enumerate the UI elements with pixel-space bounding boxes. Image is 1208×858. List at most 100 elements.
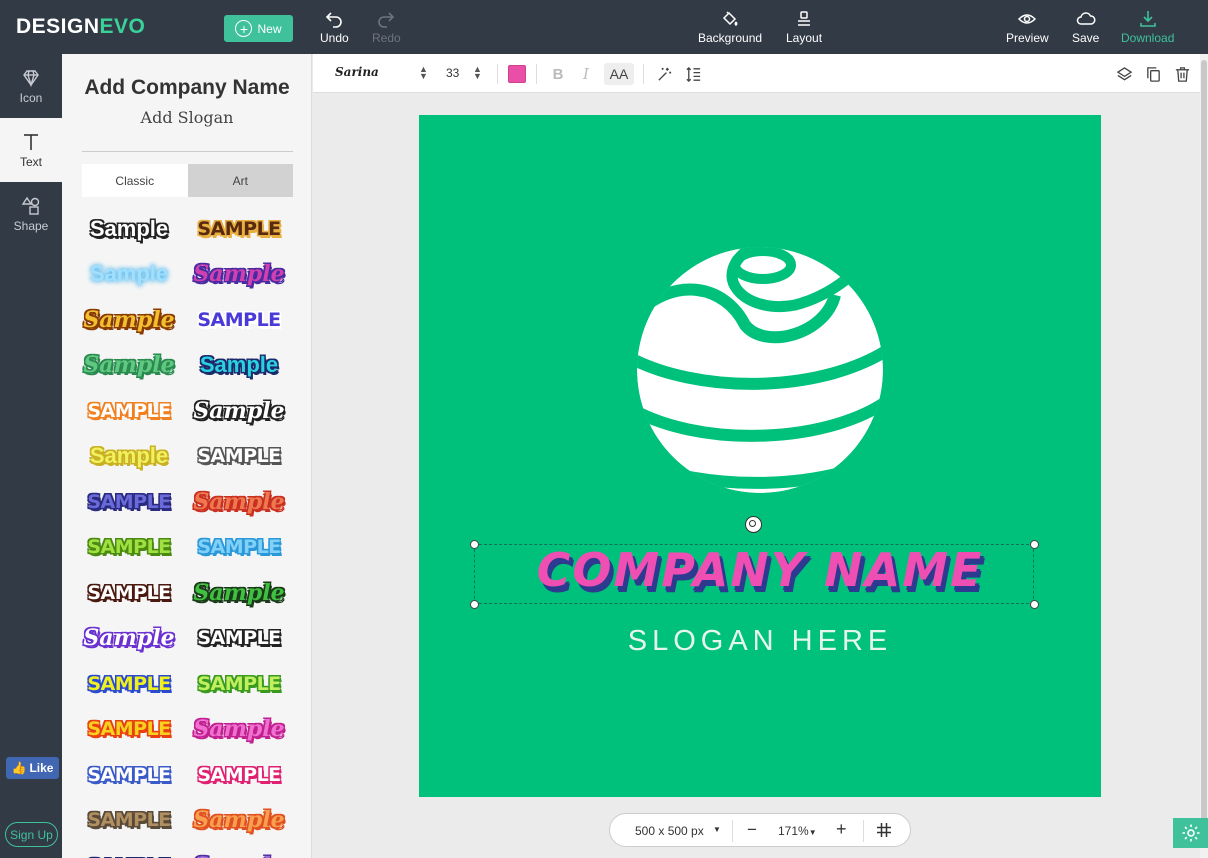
layout-button[interactable]: Layout <box>786 9 822 45</box>
shapes-icon <box>21 196 40 215</box>
delete-button[interactable] <box>1171 63 1193 85</box>
text-style-sample[interactable]: SAMPLE <box>186 752 292 798</box>
text-style-sample[interactable]: SAMPLE <box>76 843 182 858</box>
rotate-handle[interactable] <box>745 516 762 533</box>
zoom-in-button[interactable]: + <box>836 819 847 840</box>
style-tabs: Classic Art <box>82 164 293 197</box>
text-style-sample[interactable]: Sample <box>76 616 182 662</box>
caret-down-icon[interactable]: ▼ <box>713 825 721 834</box>
tab-art[interactable]: Art <box>187 164 293 197</box>
text-style-sample[interactable]: SAMPLE <box>76 661 182 707</box>
text-style-sample[interactable]: Sample <box>76 434 182 480</box>
canvas-size-select[interactable]: 500 x 500 px <box>635 824 704 838</box>
vertical-scrollbar[interactable] <box>1201 60 1207 830</box>
text-style-grid: Sample SAMPLE Sample Sample Sample SAMPLE Samp… <box>76 206 298 858</box>
text-style-sample[interactable]: SAMPLE <box>186 297 292 343</box>
spacing-button[interactable] <box>682 63 704 85</box>
top-bar: DESIGNEVO + New Undo Redo Background Lay… <box>0 0 1208 54</box>
download-label: Download <box>1121 31 1175 45</box>
text-style-sample[interactable]: Sample <box>76 297 182 343</box>
zoom-divider <box>863 820 864 842</box>
logo-canvas[interactable]: COMPANY NAME SLOGAN HERE <box>419 115 1101 797</box>
text-style-sample[interactable]: SAMPLE <box>76 798 182 844</box>
line-spacing-icon <box>685 66 700 82</box>
rail-text-label: Text <box>19 154 42 169</box>
text-style-sample[interactable]: Sample <box>186 388 292 434</box>
font-family-select[interactable]: Sarina <box>335 65 425 79</box>
preview-button[interactable]: Preview <box>1006 9 1049 45</box>
grid-icon[interactable] <box>876 822 892 838</box>
text-style-sample[interactable]: SAMPLE <box>76 388 182 434</box>
bold-button[interactable]: B <box>547 63 569 85</box>
download-button[interactable]: Download <box>1121 9 1174 45</box>
layers-button[interactable] <box>1113 63 1135 85</box>
tab-classic[interactable]: Classic <box>82 164 188 197</box>
background-label: Background <box>698 31 763 45</box>
zoom-out-button[interactable]: − <box>747 820 757 840</box>
redo-button[interactable]: Redo <box>372 9 401 45</box>
toolbar-divider <box>643 64 644 84</box>
text-style-sample[interactable]: Sample <box>76 206 182 252</box>
text-style-sample[interactable]: Sample <box>76 343 182 389</box>
add-slogan[interactable]: Add Slogan <box>62 108 311 127</box>
text-style-sample[interactable]: SAMPLE <box>186 434 292 480</box>
plus-circle-icon: + <box>235 20 253 37</box>
diamond-icon <box>23 69 39 87</box>
text-style-sample[interactable]: SAMPLE <box>186 525 292 571</box>
text-style-sample[interactable]: Sample <box>186 843 292 858</box>
new-button[interactable]: + New <box>224 15 293 42</box>
logo-design: DESIGN <box>16 15 100 38</box>
settings-button[interactable] <box>1173 818 1208 848</box>
magic-wand-icon <box>657 67 671 81</box>
text-style-sample[interactable]: SAMPLE <box>186 616 292 662</box>
sign-up-button[interactable]: Sign Up <box>5 822 58 847</box>
rail-item-text[interactable]: Text <box>0 118 62 182</box>
slogan-text[interactable]: SLOGAN HERE <box>419 625 1101 658</box>
font-size-input[interactable]: 33 <box>446 66 459 80</box>
text-style-sample[interactable]: SAMPLE <box>76 752 182 798</box>
text-t-icon <box>24 133 38 150</box>
text-style-sample[interactable]: Sample <box>186 343 292 389</box>
text-style-sample[interactable]: Sample <box>186 570 292 616</box>
preview-label: Preview <box>1006 31 1049 45</box>
text-style-sample[interactable]: Sample <box>186 707 292 753</box>
striped-globe-icon[interactable] <box>635 245 885 495</box>
zoom-divider <box>732 820 733 842</box>
text-style-sample[interactable]: SAMPLE <box>186 206 292 252</box>
text-style-sample[interactable]: SAMPLE <box>186 661 292 707</box>
logo-evo: EVO <box>99 15 146 38</box>
layers-icon <box>1116 66 1132 80</box>
eye-icon <box>1018 14 1037 24</box>
toolbar-divider <box>536 64 537 84</box>
effects-wand-button[interactable] <box>653 63 675 85</box>
text-color-swatch[interactable] <box>508 65 526 83</box>
text-style-sample[interactable]: Sample <box>186 798 292 844</box>
app-logo[interactable]: DESIGNEVO <box>16 15 145 39</box>
uppercase-button[interactable]: AA <box>604 63 634 85</box>
layout-label: Layout <box>786 31 823 45</box>
font-size-stepper-icon[interactable]: ▲ ▼ <box>473 65 482 81</box>
text-style-sample[interactable]: SAMPLE <box>76 525 182 571</box>
resize-handle-bottom-left[interactable] <box>470 600 479 609</box>
facebook-like-button[interactable]: 👍 Like <box>6 757 59 779</box>
zoom-level-select[interactable]: 171%▼ <box>778 824 817 838</box>
rail-item-icon[interactable]: Icon <box>0 54 62 118</box>
add-company-name[interactable]: Add Company Name <box>62 76 311 100</box>
text-style-sample[interactable]: SAMPLE <box>76 707 182 753</box>
rail-shape-label: Shape <box>13 218 49 233</box>
text-style-sample[interactable]: Sample <box>186 252 292 298</box>
text-style-sample[interactable]: SAMPLE <box>76 479 182 525</box>
rail-item-shape[interactable]: Shape <box>0 182 62 246</box>
company-name-text[interactable]: COMPANY NAME <box>419 543 1101 597</box>
save-button[interactable]: Save <box>1072 9 1099 45</box>
italic-button[interactable]: I <box>575 63 597 85</box>
duplicate-button[interactable] <box>1142 63 1164 85</box>
resize-handle-bottom-right[interactable] <box>1030 600 1039 609</box>
undo-button[interactable]: Undo <box>320 9 349 45</box>
text-style-sample[interactable]: Sample <box>76 252 182 298</box>
background-button[interactable]: Background <box>698 9 762 45</box>
font-select-stepper-icon[interactable]: ▲ ▼ <box>419 65 428 81</box>
rail-icon-label: Icon <box>19 90 43 105</box>
text-style-sample[interactable]: Sample <box>186 479 292 525</box>
text-style-sample[interactable]: SAMPLE <box>76 570 182 616</box>
